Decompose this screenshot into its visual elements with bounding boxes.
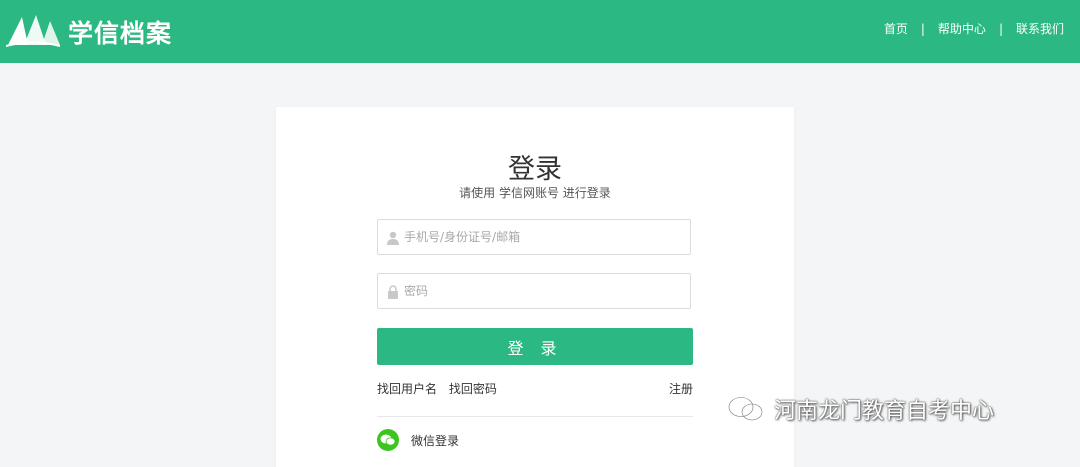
top-header: 学信档案 首页 | 帮助中心 | 联系我们	[0, 0, 1080, 63]
nav-help-center[interactable]: 帮助中心	[938, 20, 986, 37]
wechat-login-button[interactable]: 微信登录	[377, 429, 459, 451]
password-field[interactable]	[377, 273, 691, 309]
logo-icon	[6, 15, 60, 47]
find-username-link[interactable]: 找回用户名	[377, 382, 437, 396]
nav-contact-us[interactable]: 联系我们	[1016, 20, 1064, 37]
register-link[interactable]: 注册	[669, 380, 693, 397]
brand-title: 学信档案	[68, 19, 173, 48]
user-icon	[387, 231, 399, 245]
account-links: 找回用户名 找回密码 注册	[377, 380, 693, 397]
find-password-link[interactable]: 找回密码	[449, 382, 497, 396]
divider	[377, 416, 693, 417]
nav-separator: |	[998, 21, 1003, 36]
login-card: 登录 请使用 学信网账号 进行登录 登 录 找回用户名 找回密码 注册 微信登录	[276, 107, 794, 467]
wechat-watermark-icon	[727, 396, 764, 422]
lock-icon	[388, 285, 398, 299]
wechat-login-label: 微信登录	[411, 433, 460, 448]
password-input[interactable]	[404, 274, 684, 308]
nav-home[interactable]: 首页	[884, 20, 908, 37]
username-field[interactable]	[377, 219, 691, 255]
watermark-text: 河南龙门教育自考中心	[774, 399, 995, 424]
top-nav: 首页 | 帮助中心 | 联系我们	[884, 20, 1064, 37]
nav-separator: |	[920, 21, 925, 36]
login-title: 登录	[508, 154, 562, 185]
username-input[interactable]	[404, 220, 684, 254]
wechat-icon	[377, 429, 399, 451]
login-button[interactable]: 登 录	[377, 328, 693, 365]
watermark: 河南龙门教育自考中心	[726, 393, 994, 425]
login-subtitle: 请使用 学信网账号 进行登录	[459, 186, 611, 200]
